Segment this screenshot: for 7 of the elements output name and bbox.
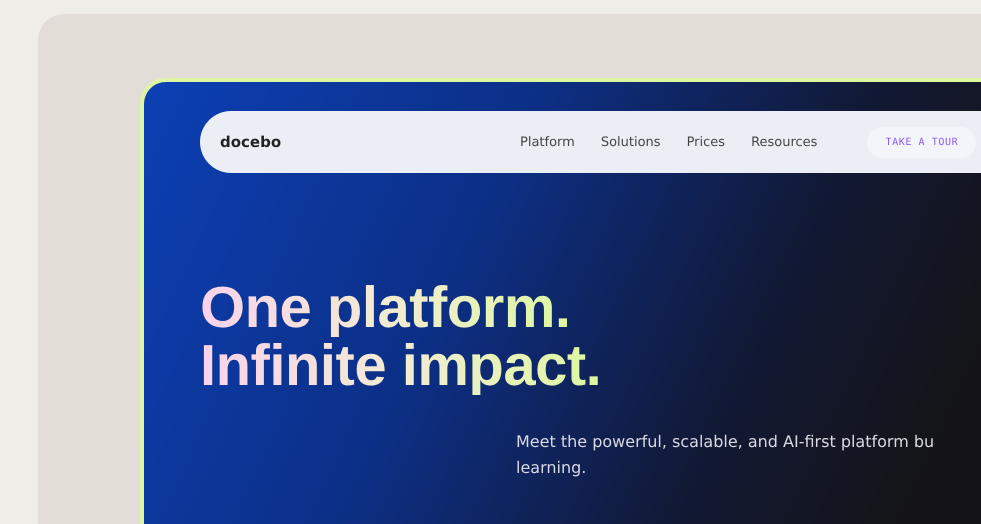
nav-link[interactable]: Prices [686,134,726,150]
tour-button[interactable]: TAKE A TOUR [867,126,976,158]
logo[interactable]: docebo [220,133,520,151]
intro-text: Meet the powerful, scalable, and AI-first platform bu learning. [516,431,936,479]
nav-link[interactable]: Platform [520,134,575,150]
nav-link[interactable]: Resources [751,134,818,150]
nav-link[interactable]: Solutions [600,134,661,150]
